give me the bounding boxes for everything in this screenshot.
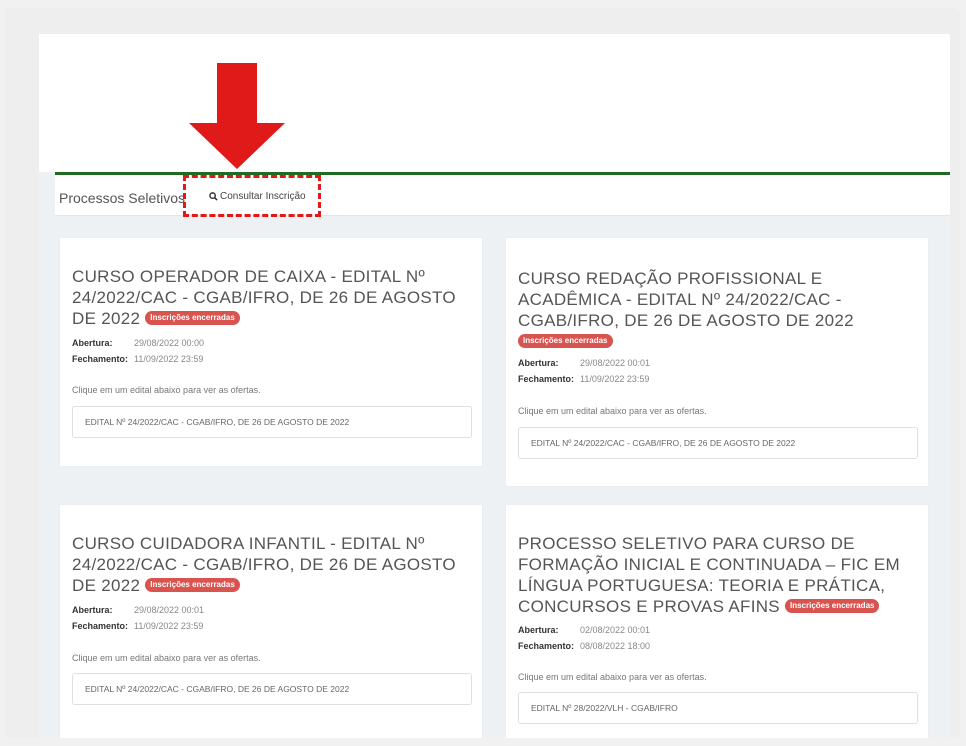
edital-link[interactable]: EDITAL Nº 24/2022/CAC - CGAB/IFRO, DE 26…	[72, 673, 472, 705]
card-redacao-profissional: CURSO REDAÇÃO PROFISSIONAL E ACADÊMICA -…	[505, 237, 929, 487]
edital-link[interactable]: EDITAL Nº 28/2022/VLH - CGAB/IFRO	[518, 692, 918, 724]
highlight-box	[183, 175, 321, 217]
status-badge: Inscrições encerradas	[518, 333, 613, 348]
card-lingua-portuguesa: PROCESSO SELETIVO PARA CURSO DE FORMAÇÃO…	[505, 504, 929, 738]
status-badge: Inscrições encerradas	[145, 310, 240, 325]
card-operador-caixa: CURSO OPERADOR DE CAIXA - EDITAL Nº 24/2…	[59, 237, 483, 467]
card-hint: Clique em um edital abaixo para ver as o…	[518, 406, 707, 416]
card-title: CURSO CUIDADORA INFANTIL - EDITAL Nº 24/…	[72, 534, 456, 595]
edital-link[interactable]: EDITAL Nº 24/2022/CAC - CGAB/IFRO, DE 26…	[72, 406, 472, 438]
status-badge: Inscrições encerradas	[784, 598, 880, 613]
abertura-row: Abertura: 29/08/2022 00:01	[518, 358, 651, 368]
fechamento-row: Fechamento: 08/08/2022 18:00	[518, 641, 651, 651]
card-hint: Clique em um edital abaixo para ver as o…	[72, 385, 261, 395]
abertura-row: Abertura: 02/08/2022 00:01	[518, 625, 651, 635]
card-title: CURSO REDAÇÃO PROFISSIONAL E ACADÊMICA -…	[518, 268, 898, 352]
card-hint: Clique em um edital abaixo para ver as o…	[518, 672, 707, 682]
card-hint: Clique em um edital abaixo para ver as o…	[72, 653, 261, 663]
card-title: PROCESSO SELETIVO PARA CURSO DE FORMAÇÃO…	[518, 534, 900, 616]
fechamento-row: Fechamento: 11/09/2022 23:59	[72, 621, 204, 631]
abertura-row: Abertura: 29/08/2022 00:01	[72, 605, 205, 615]
fechamento-row: Fechamento: 11/09/2022 23:59	[518, 374, 650, 384]
nav-processos-seletivos[interactable]: Processos Seletivos	[59, 190, 185, 206]
status-badge: Inscrições encerradas	[145, 577, 240, 592]
fechamento-row: Fechamento: 11/09/2022 23:59	[72, 354, 204, 364]
screenshot-frame: Processos Seletivos Consultar Inscrição …	[5, 8, 960, 738]
abertura-row: Abertura: 29/08/2022 00:00	[72, 338, 205, 348]
header-area	[39, 34, 950, 172]
page: Processos Seletivos Consultar Inscrição …	[39, 34, 950, 738]
card-cuidadora-infantil: CURSO CUIDADORA INFANTIL - EDITAL Nº 24/…	[59, 504, 483, 738]
card-title: CURSO OPERADOR DE CAIXA - EDITAL Nº 24/2…	[72, 267, 456, 328]
arrow-down-icon	[189, 63, 285, 169]
edital-link[interactable]: EDITAL Nº 24/2022/CAC - CGAB/IFRO, DE 26…	[518, 427, 918, 459]
